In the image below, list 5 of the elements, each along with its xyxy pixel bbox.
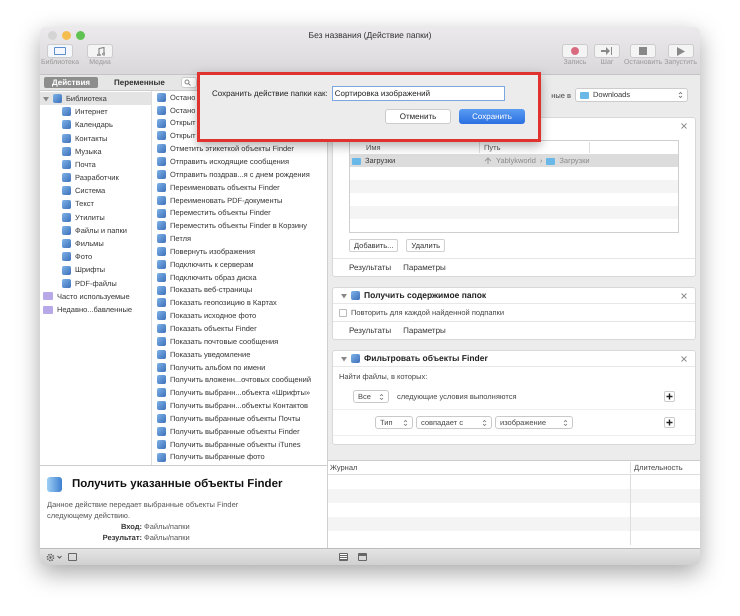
dialog-label: Сохранить действие папки как: (212, 88, 328, 100)
window-title: Без названия (Действие папки) (308, 29, 432, 42)
card-title: Получить содержимое папок (364, 289, 488, 302)
card-title: Фильтровать объекты Finder (364, 352, 489, 365)
description-title: Получить указанные объекты Finder (72, 477, 282, 492)
